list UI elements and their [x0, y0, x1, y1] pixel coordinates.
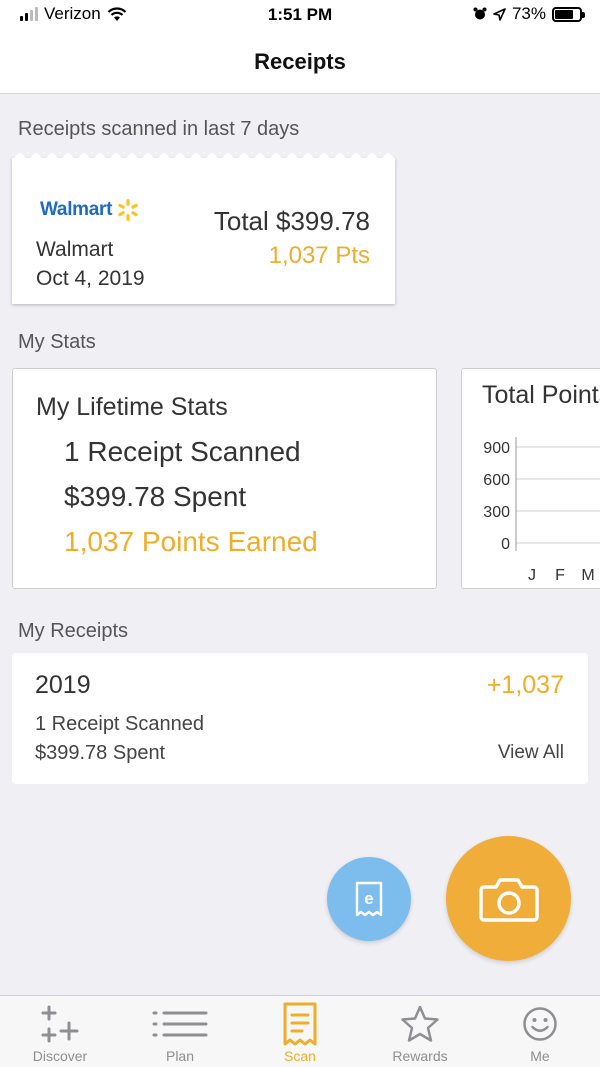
- lifetime-stats-title: My Lifetime Stats: [36, 393, 228, 421]
- view-all-link[interactable]: View All: [498, 742, 564, 764]
- receipt-points: 1,037 Pts: [268, 242, 370, 269]
- battery-fill: [555, 9, 573, 19]
- lifetime-receipts: 1 Receipt Scanned: [64, 436, 301, 467]
- tab-plan[interactable]: Plan: [120, 996, 240, 1067]
- chart-y-tick-label: 900: [483, 440, 510, 457]
- e-receipt-icon: e: [355, 881, 383, 917]
- chart-y-tick-label: 600: [483, 472, 510, 489]
- my-receipts-label: My Receipts: [18, 620, 129, 642]
- smiley-icon: [523, 1007, 557, 1041]
- year-spent: $399.78 Spent: [35, 742, 166, 764]
- e-receipt-button[interactable]: e: [327, 857, 411, 941]
- tab-scan-label: Scan: [284, 1048, 316, 1064]
- total-points-chart-card[interactable]: Total Points 0 300 600 900 J F M: [461, 368, 600, 589]
- tab-scan[interactable]: Scan: [240, 996, 360, 1067]
- status-right: 73%: [473, 4, 585, 24]
- year-points: +1,037: [486, 671, 564, 699]
- camera-icon: [478, 877, 539, 922]
- camera-scan-button[interactable]: [446, 836, 571, 961]
- recent-receipt-card[interactable]: Walmart Walmart Oct 4, 2019 Total $399.7…: [12, 152, 395, 304]
- lifetime-spent: $399.78 Spent: [64, 481, 247, 512]
- receipt-total: Total $399.78: [213, 206, 370, 236]
- year-title: 2019: [35, 671, 91, 699]
- chart-x-tick-label: J: [528, 567, 536, 584]
- year-receipts: 1 Receipt Scanned: [35, 713, 205, 735]
- recent-receipts-label: Receipts scanned in last 7 days: [18, 118, 300, 140]
- chart-x-tick-label: M: [581, 567, 594, 584]
- receipt-zigzag-edge: [12, 152, 395, 160]
- battery-icon: [552, 6, 585, 22]
- status-bar: Verizon 1:51 PM 73%: [0, 0, 600, 30]
- zigzag-path: [12, 152, 395, 160]
- sparkle-plus-icon: [41, 1005, 79, 1043]
- tab-bar: Discover Plan Scan Rewards Me: [0, 995, 600, 1067]
- chart-y-tick-label: 300: [483, 504, 510, 521]
- location-icon: [493, 7, 506, 21]
- svg-text:e: e: [364, 889, 373, 908]
- nav-bar: Receipts: [0, 30, 600, 94]
- page-title: Receipts: [254, 48, 346, 74]
- my-stats-label: My Stats: [18, 331, 96, 353]
- tab-discover[interactable]: Discover: [0, 996, 120, 1067]
- total-points-chart: 0 300 600 900 J F M: [483, 437, 600, 584]
- list-icon: [152, 1011, 208, 1037]
- alarm-icon: [473, 7, 487, 20]
- tab-me-label: Me: [530, 1048, 550, 1064]
- tab-me[interactable]: Me: [480, 996, 600, 1067]
- tab-rewards-label: Rewards: [392, 1048, 448, 1064]
- chart-y-tick-label: 0: [501, 536, 510, 553]
- tab-discover-label: Discover: [32, 1048, 88, 1064]
- lifetime-points: 1,037 Points Earned: [64, 526, 318, 557]
- walmart-logo: Walmart: [40, 198, 140, 222]
- battery-percent: 73%: [511, 4, 546, 23]
- receipt-icon: [283, 1002, 317, 1046]
- tab-plan-label: Plan: [165, 1048, 195, 1064]
- receipt-date: Oct 4, 2019: [36, 267, 145, 290]
- year-summary-card[interactable]: 2019 +1,037 1 Receipt Scanned $399.78 Sp…: [12, 653, 588, 784]
- lifetime-stats-card[interactable]: My Lifetime Stats 1 Receipt Scanned $399…: [12, 368, 437, 589]
- walmart-logo-text: Walmart: [40, 199, 113, 220]
- walmart-spark-icon: [118, 199, 138, 221]
- tab-rewards[interactable]: Rewards: [360, 996, 480, 1067]
- receipt-store-name: Walmart: [36, 238, 114, 261]
- chart-x-tick-label: F: [555, 567, 565, 584]
- star-icon: [401, 1005, 439, 1042]
